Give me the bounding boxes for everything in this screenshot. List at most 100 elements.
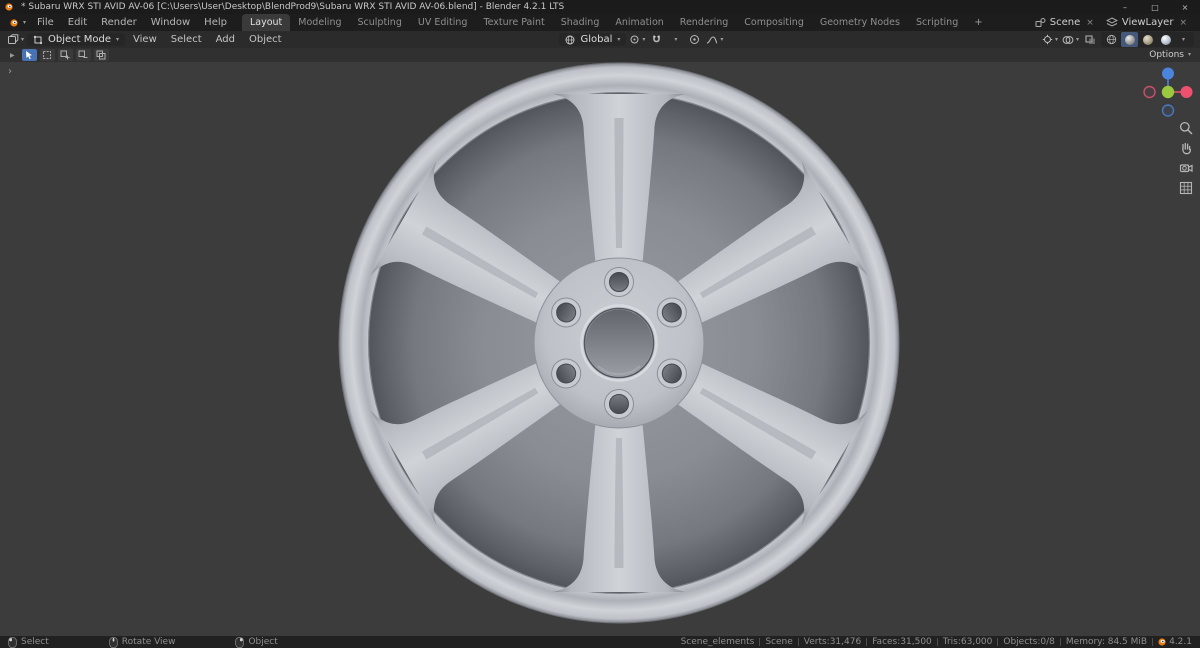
right-mouse-icon (235, 636, 245, 648)
proportional-falloff-button[interactable]: ▾ (705, 32, 724, 47)
tab-compositing[interactable]: Compositing (736, 14, 812, 31)
status-bar: Select Rotate View Object Scene_elements… (0, 636, 1200, 648)
maximize-button[interactable]: □ (1140, 0, 1170, 14)
select-extend-icon (60, 50, 70, 60)
shading-rendered-button[interactable] (1157, 32, 1174, 47)
tab-scripting[interactable]: Scripting (908, 14, 966, 31)
menu-help[interactable]: Help (197, 14, 234, 31)
chevron-down-icon: ▾ (1075, 35, 1079, 43)
menu-window[interactable]: Window (144, 14, 197, 31)
snap-settings-button[interactable]: ▾ (667, 32, 684, 47)
solid-sphere-icon (1124, 34, 1135, 45)
tab-rendering[interactable]: Rendering (672, 14, 737, 31)
scene-unlink-button[interactable]: × (1084, 18, 1096, 28)
tab-geometry-nodes[interactable]: Geometry Nodes (812, 14, 908, 31)
menu-edit[interactable]: Edit (61, 14, 94, 31)
mouse-hint-select: Select (8, 636, 49, 648)
proportional-edit-button[interactable] (686, 32, 703, 47)
toggle-grid-icon[interactable] (1178, 180, 1194, 196)
falloff-curve-icon (707, 35, 718, 44)
tool-settings-expand-icon[interactable]: ▶ (6, 52, 19, 59)
window-controls: – □ × (1110, 0, 1200, 14)
scene-icon (1035, 18, 1046, 27)
axis-x-negative (1143, 85, 1156, 99)
zoom-icon[interactable] (1178, 120, 1194, 136)
blender-app-menu[interactable]: ▾ (6, 14, 30, 31)
title-bar: * Subaru WRX STI AVID AV-06 [C:\Users\Us… (0, 0, 1200, 14)
minimize-button[interactable]: – (1110, 0, 1140, 14)
camera-view-icon[interactable] (1178, 160, 1194, 176)
viewport-side-tools (1178, 120, 1194, 196)
version-stat: 4.2.1 (1169, 637, 1192, 647)
chevron-down-icon: ▾ (116, 35, 120, 43)
shading-wireframe-button[interactable] (1103, 32, 1120, 47)
tab-sculpting[interactable]: Sculpting (350, 14, 410, 31)
mouse-hint-object-menu: Object (235, 636, 278, 648)
select-subtract-icon (78, 50, 88, 58)
close-button[interactable]: × (1170, 0, 1200, 14)
select-box-cursor-icon (26, 51, 33, 60)
tab-animation[interactable]: Animation (607, 14, 671, 31)
menu-render[interactable]: Render (94, 14, 144, 31)
scene-selector[interactable]: Scene × (1030, 14, 1101, 31)
show-gizmo-button[interactable]: ▾ (1041, 32, 1059, 47)
axis-z-negative (1161, 104, 1175, 117)
select-mode-subtract-button[interactable] (75, 49, 91, 61)
menu-view[interactable]: View (127, 34, 163, 45)
menu-object[interactable]: Object (243, 34, 288, 45)
tab-modeling[interactable]: Modeling (290, 14, 349, 31)
wheel-3d-model[interactable] (337, 62, 901, 625)
active-collection: Scene_elements (680, 637, 755, 647)
show-overlays-button[interactable]: ▾ (1061, 32, 1080, 47)
select-mode-extend-button[interactable] (57, 49, 73, 61)
window-title: * Subaru WRX STI AVID AV-06 [C:\Users\Us… (21, 2, 565, 12)
view-layer-selector[interactable]: ViewLayer × (1101, 14, 1194, 31)
rendered-sphere-icon (1160, 34, 1171, 45)
tab-texture-paint[interactable]: Texture Paint (475, 14, 552, 31)
tab-shading[interactable]: Shading (553, 14, 608, 31)
material-sphere-icon (1142, 34, 1153, 45)
xray-icon (1085, 35, 1095, 44)
chevron-down-icon: ▾ (1187, 51, 1191, 58)
menu-file[interactable]: File (30, 14, 61, 31)
magnet-icon (653, 35, 661, 43)
navigation-gizmo[interactable] (1140, 64, 1196, 120)
globe-icon (566, 35, 575, 44)
tab-uv-editing[interactable]: UV Editing (410, 14, 476, 31)
add-workspace-button[interactable]: + (966, 14, 990, 31)
select-new-icon (43, 51, 52, 59)
active-tool-select-box-button[interactable] (21, 49, 37, 61)
object-mode-icon (33, 35, 43, 44)
mode-dropdown[interactable]: Object Mode ▾ (27, 33, 126, 46)
faces-stat: Faces:31,500 (872, 637, 932, 647)
editor-type-button[interactable]: ▾ (6, 32, 25, 47)
tris-stat: Tris:63,000 (942, 637, 993, 647)
transform-orientation-dropdown[interactable]: Global ▾ (559, 33, 627, 46)
hint-label: Rotate View (121, 637, 176, 647)
options-label: Options (1149, 50, 1184, 60)
select-mode-intersect-button[interactable] (93, 49, 109, 61)
toolbar-expand-icon[interactable]: › (8, 66, 12, 77)
menu-select[interactable]: Select (165, 34, 208, 45)
blender-version-icon (1158, 638, 1166, 646)
view-layer-unlink-button[interactable]: × (1177, 18, 1189, 28)
snap-toggle-button[interactable] (648, 32, 665, 47)
pan-hand-icon[interactable] (1178, 140, 1194, 156)
axis-y-ball (1161, 85, 1175, 99)
select-mode-new-button[interactable] (39, 49, 55, 61)
xray-toggle-button[interactable] (1082, 32, 1099, 47)
gizmo-toggle-icon (1042, 34, 1053, 45)
view-layer-icon (1105, 17, 1118, 27)
menu-add[interactable]: Add (210, 34, 241, 45)
shading-material-button[interactable] (1139, 32, 1156, 47)
viewport-editor-icon (8, 34, 19, 44)
shading-solid-button[interactable] (1121, 32, 1138, 47)
options-dropdown[interactable]: Options ▾ (1146, 50, 1194, 60)
verts-stat: Verts:31,476 (803, 637, 862, 647)
tab-layout[interactable]: Layout (241, 14, 291, 31)
shading-settings-button[interactable]: ▾ (1175, 32, 1192, 47)
pivot-point-button[interactable]: ▾ (628, 32, 646, 47)
chevron-down-icon: ▾ (720, 35, 724, 43)
blender-logo-icon (5, 3, 13, 11)
viewport-3d[interactable]: › (0, 62, 1200, 636)
